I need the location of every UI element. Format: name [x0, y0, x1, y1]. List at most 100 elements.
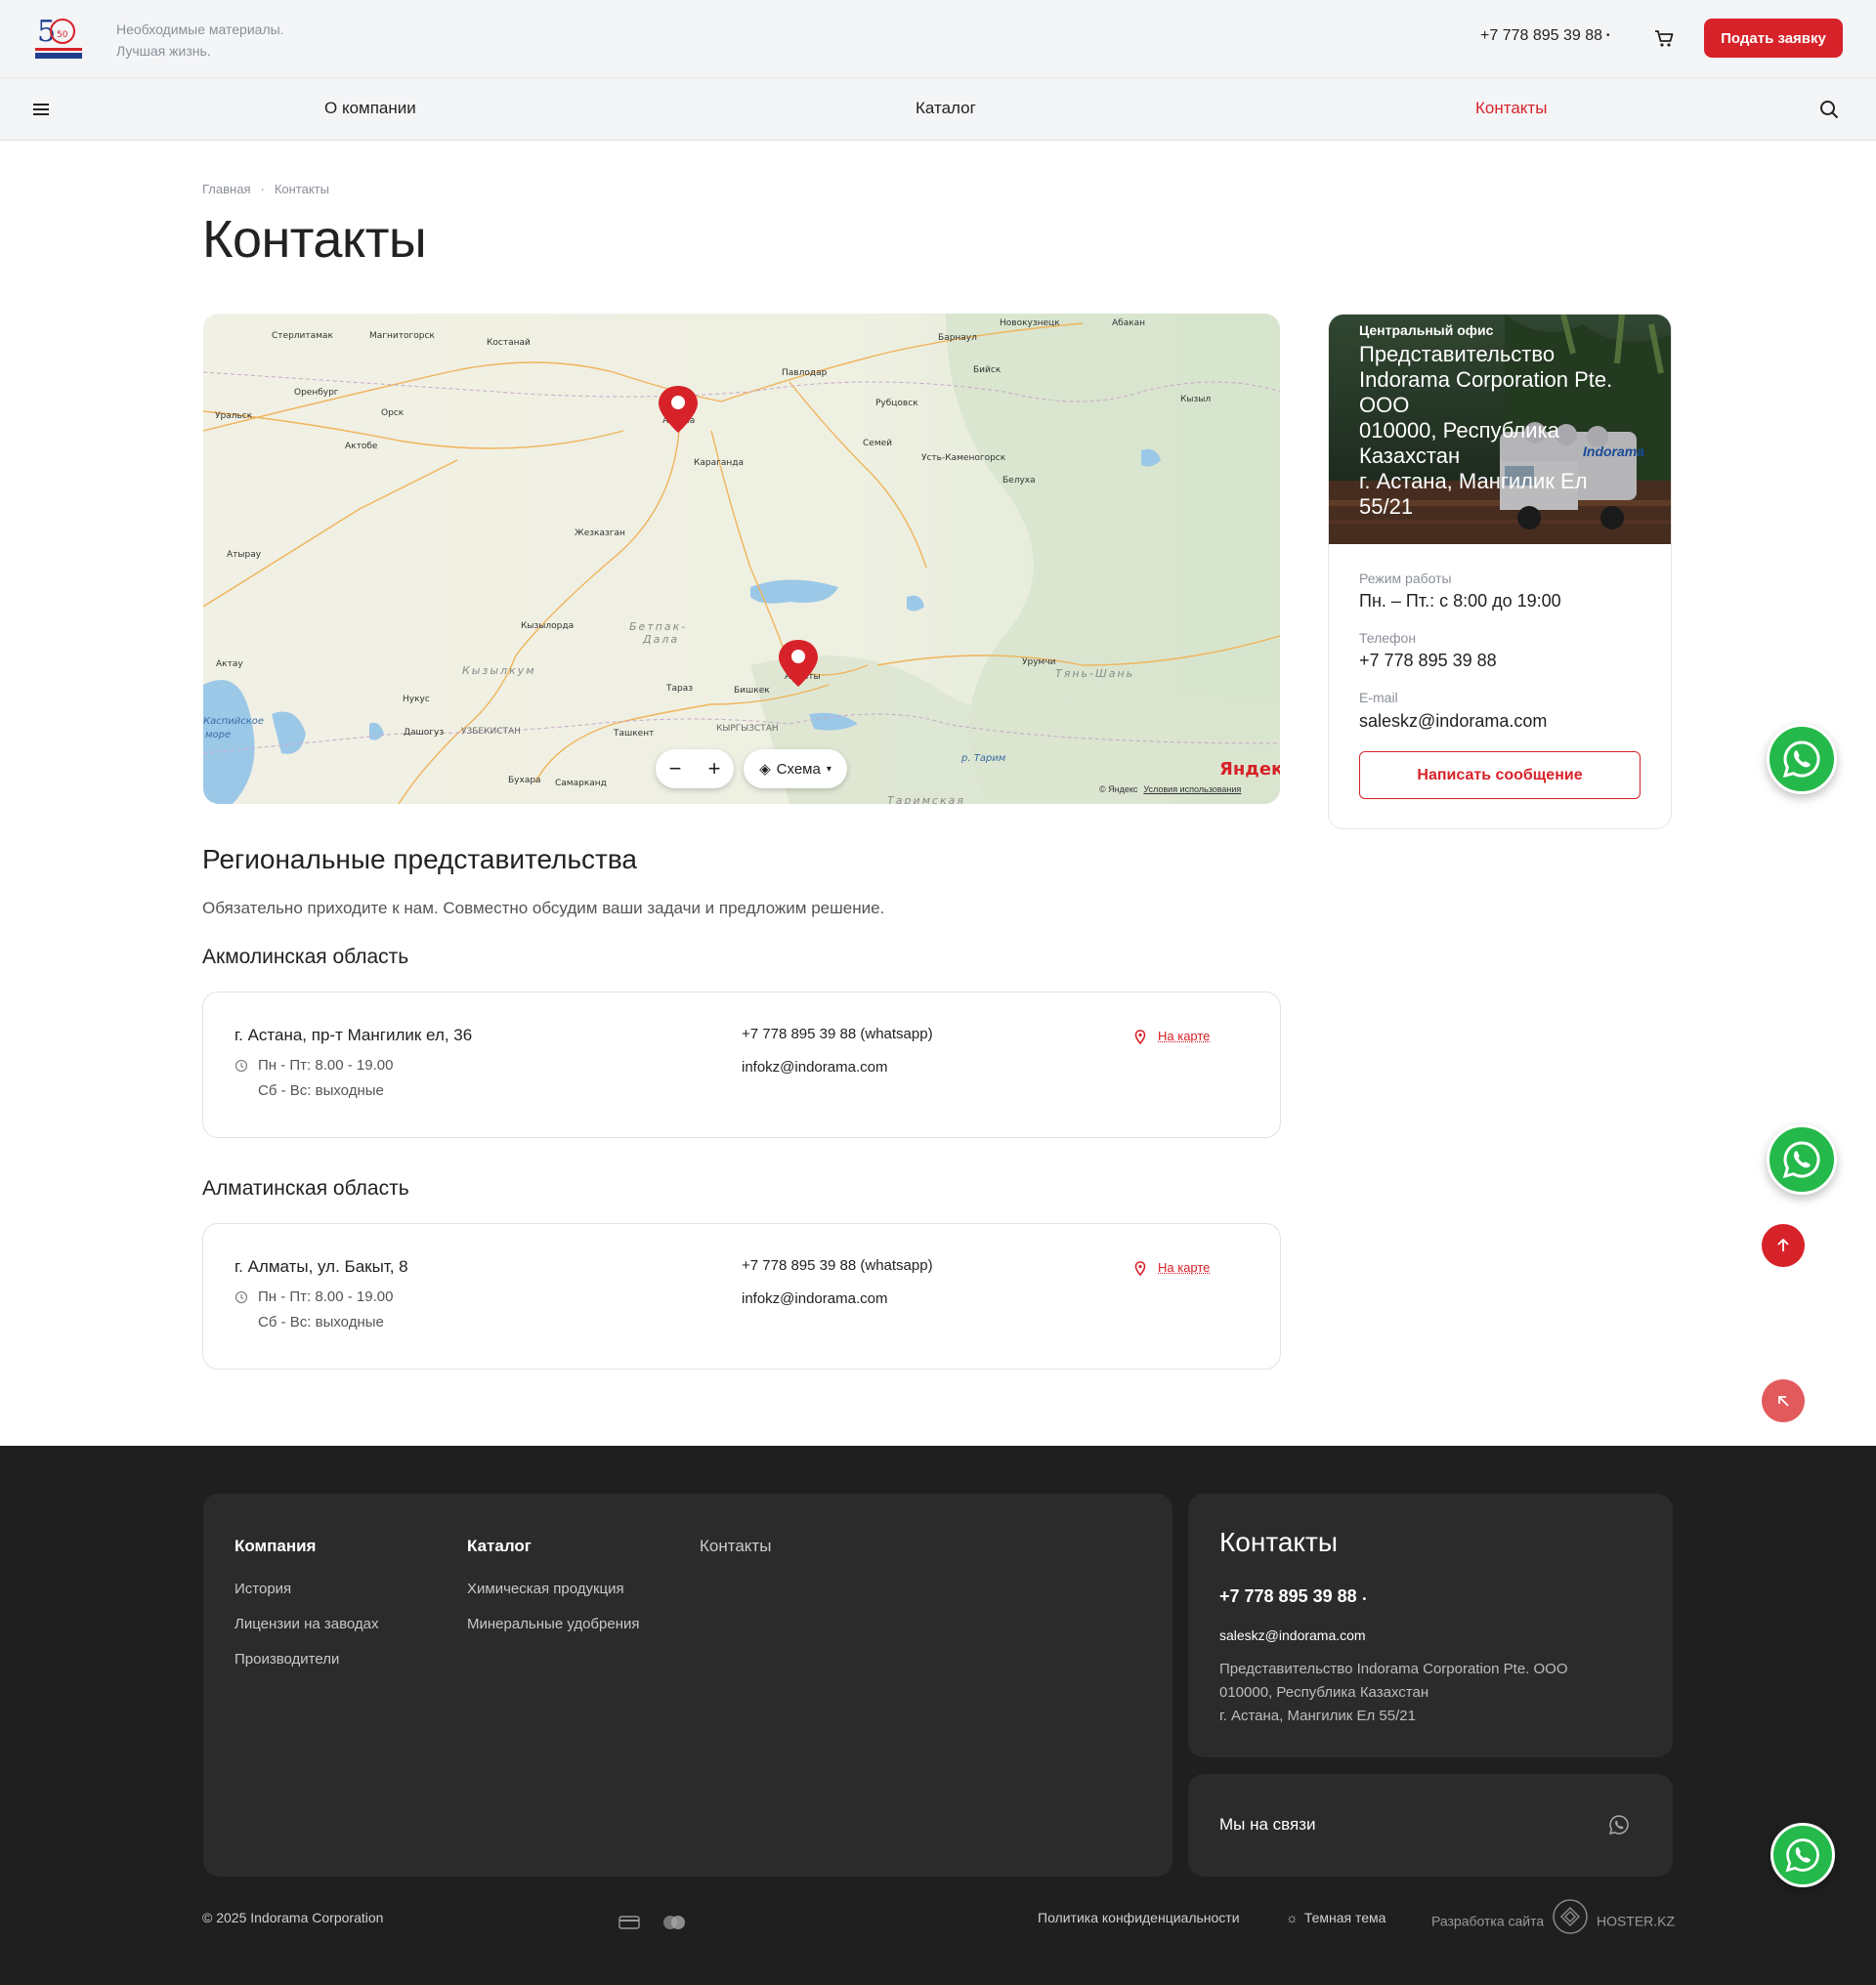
show-on-map-link[interactable]: На карте	[1158, 1260, 1210, 1275]
whatsapp-icon	[1785, 1838, 1819, 1873]
nav-item-contacts[interactable]: Контакты	[1475, 99, 1547, 118]
footer-phone[interactable]: +7 778 895 39 88 •	[1219, 1586, 1366, 1607]
svg-text:Уральск: Уральск	[215, 411, 253, 421]
footer-contacts-link[interactable]: Контакты	[700, 1537, 771, 1556]
svg-text:Караганда: Караганда	[694, 458, 744, 468]
submit-request-button[interactable]: Подать заявку	[1704, 19, 1843, 58]
svg-text:Самарканд: Самарканд	[555, 779, 607, 788]
dark-theme-toggle[interactable]: ☼ Темная тема	[1286, 1910, 1386, 1925]
yandex-logo[interactable]: Яндекс	[1219, 759, 1280, 780]
zoom-out-button[interactable]: −	[669, 756, 682, 781]
nav-item-catalog[interactable]: Каталог	[916, 99, 976, 118]
expand-button[interactable]	[1762, 1379, 1805, 1422]
region-title: Алматинская область	[202, 1177, 409, 1200]
footer-link-chemicals[interactable]: Химическая продукция	[467, 1581, 624, 1597]
region-phone[interactable]: +7 778 895 39 88 (whatsapp)	[742, 1257, 933, 1274]
svg-text:Магнитогорск: Магнитогорск	[369, 331, 435, 341]
svg-text:Бишкек: Бишкек	[734, 686, 770, 696]
visa-icon	[618, 1915, 640, 1933]
footer-email[interactable]: saleskz@indorama.com	[1219, 1627, 1366, 1643]
copyright: © 2025 Indorama Corporation	[202, 1910, 384, 1925]
write-message-button[interactable]: Написать сообщение	[1359, 751, 1641, 799]
region-phone[interactable]: +7 778 895 39 88 (whatsapp)	[742, 1026, 933, 1042]
header-phone[interactable]: +7 778 895 39 88 •	[1480, 27, 1610, 45]
office-photo: Indorama Центральный офис Представительс…	[1329, 315, 1671, 544]
whatsapp-button[interactable]	[1767, 1124, 1837, 1195]
svg-text:Кызылорда: Кызылорда	[521, 621, 574, 631]
footer-link-licenses[interactable]: Лицензии на заводах	[234, 1616, 379, 1632]
region-address: г. Алматы, ул. Бакыт, 8	[234, 1257, 408, 1276]
svg-text:Усть-Каменогорск: Усть-Каменогорск	[921, 453, 1006, 463]
svg-text:Рубцовск: Рубцовск	[875, 399, 918, 408]
layer-label: Схема	[776, 760, 821, 778]
show-on-map-link[interactable]: На карте	[1158, 1029, 1210, 1043]
svg-text:Костанай: Костанай	[487, 338, 531, 348]
region-address: г. Астана, пр-т Мангилик ел, 36	[234, 1026, 473, 1044]
svg-text:Актау: Актау	[216, 659, 243, 669]
svg-text:море: море	[205, 730, 231, 740]
footer-link-producers[interactable]: Производители	[234, 1651, 339, 1668]
hours-value: Пн. – Пт.: с 8:00 до 19:00	[1359, 591, 1561, 611]
region-hours-weekdays: Пн - Пт: 8.00 - 19.00	[258, 1288, 394, 1305]
map-pin-icon	[1134, 1030, 1146, 1045]
footer: Компания История Лицензии на заводах Про…	[0, 1446, 1876, 1985]
sun-icon: ☼	[1286, 1910, 1299, 1925]
yandex-map[interactable]: Стерлитамак Магнитогорск Костанай Новокузн…	[203, 314, 1280, 804]
region-card: г. Астана, пр-т Мангилик ел, 36 Пн - Пт:…	[202, 992, 1281, 1138]
svg-text:Бухара: Бухара	[508, 776, 541, 785]
layer-switch-button[interactable]: ◈ Схема ▾	[744, 749, 847, 788]
footer-contacts-title: Контакты	[1219, 1527, 1338, 1557]
top-header: 5 50 Необходимые материалы. Лучшая жизнь…	[0, 0, 1876, 78]
phone-dropdown-icon[interactable]: •	[1363, 1594, 1367, 1605]
footer-catalog-title[interactable]: Каталог	[467, 1537, 532, 1556]
whatsapp-icon[interactable]	[1608, 1814, 1630, 1836]
scroll-top-button[interactable]	[1762, 1224, 1805, 1267]
search-icon[interactable]	[1819, 100, 1839, 119]
svg-text:Новокузнецк: Новокузнецк	[1000, 318, 1060, 328]
svg-text:Жезказган: Жезказган	[575, 528, 625, 538]
regional-title: Региональные представительства	[202, 844, 638, 874]
svg-text:Дала: Дала	[642, 633, 679, 646]
map-attribution: © Яндекс Условия использования	[1099, 784, 1242, 794]
menu-icon[interactable]	[33, 101, 51, 118]
svg-text:5: 5	[37, 15, 56, 49]
region-email[interactable]: infokz@indorama.com	[742, 1290, 887, 1307]
cart-icon[interactable]	[1653, 27, 1675, 49]
whatsapp-button[interactable]	[1767, 724, 1837, 794]
developer-credit[interactable]: Разработка сайта HOSTER.KZ	[1431, 1899, 1675, 1935]
phone-label: Телефон	[1359, 630, 1417, 646]
phone-value[interactable]: +7 778 895 39 88	[1359, 651, 1497, 671]
office-name: Представительство Indorama Corporation Pt…	[1359, 342, 1613, 519]
map-terms-link[interactable]: Условия использования	[1143, 784, 1241, 794]
email-value[interactable]: saleskz@indorama.com	[1359, 711, 1547, 732]
zoom-in-button[interactable]: +	[708, 756, 721, 781]
svg-text:Тараз: Тараз	[665, 684, 693, 694]
office-label: Центральный офис	[1359, 322, 1494, 338]
footer-link-fertilizers[interactable]: Минеральные удобрения	[467, 1616, 639, 1632]
region-hours-weekdays: Пн - Пт: 8.00 - 19.00	[258, 1057, 394, 1074]
nav-item-about[interactable]: О компании	[324, 99, 416, 118]
svg-text:Бетпак-: Бетпак-	[629, 620, 687, 633]
chevron-down-icon: ▾	[826, 763, 831, 775]
footer-links-panel: Компания История Лицензии на заводах Про…	[203, 1494, 1172, 1877]
svg-text:КЫРГЫЗСТАН: КЫРГЫЗСТАН	[716, 724, 779, 734]
svg-text:Орск: Орск	[381, 408, 405, 418]
svg-text:Тянь-Шань: Тянь-Шань	[1055, 667, 1134, 680]
social-label: Мы на связи	[1219, 1815, 1316, 1834]
phone-dropdown-icon[interactable]: •	[1606, 30, 1610, 41]
privacy-policy-link[interactable]: Политика конфиденциальности	[1038, 1910, 1240, 1925]
central-office-card: Indorama Центральный офис Представительс…	[1328, 314, 1672, 829]
svg-text:Таримская: Таримская	[887, 794, 965, 804]
mastercard-icon	[661, 1915, 687, 1933]
map-pin-icon	[1134, 1261, 1146, 1277]
footer-company-title[interactable]: Компания	[234, 1537, 316, 1556]
breadcrumb-home[interactable]: Главная	[202, 182, 250, 196]
whatsapp-button[interactable]	[1770, 1823, 1835, 1887]
svg-text:Абакан: Абакан	[1112, 318, 1145, 328]
indorama-logo[interactable]: 5 50	[33, 14, 84, 63]
svg-text:Семей: Семей	[863, 439, 892, 448]
footer-link-history[interactable]: История	[234, 1581, 291, 1597]
zoom-control: − +	[656, 749, 734, 788]
region-email[interactable]: infokz@indorama.com	[742, 1059, 887, 1076]
email-label: E-mail	[1359, 690, 1398, 705]
